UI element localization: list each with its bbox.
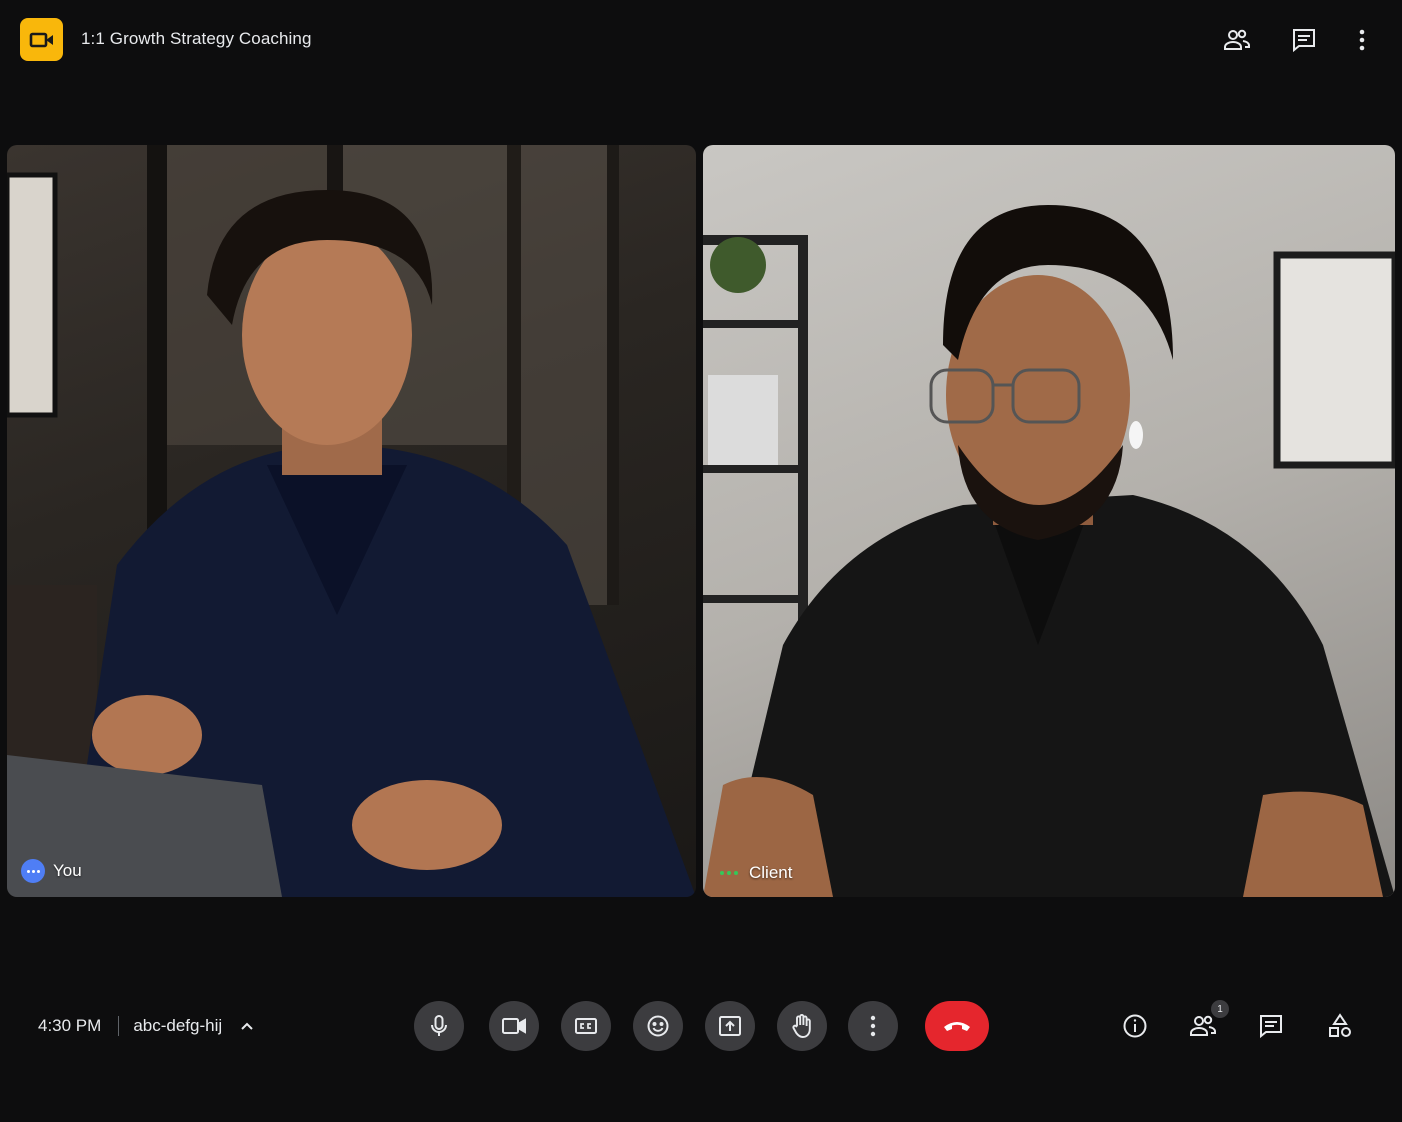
emoji-button[interactable]	[633, 1001, 683, 1051]
more-vert-icon[interactable]	[1346, 24, 1378, 56]
more-options-button[interactable]	[848, 1001, 898, 1051]
divider	[118, 1016, 120, 1036]
chat-button[interactable]	[1255, 1010, 1287, 1042]
activities-button[interactable]	[1324, 1010, 1356, 1042]
participant-name: You	[53, 861, 82, 880]
video-tile-you[interactable]: You	[7, 145, 696, 897]
speaking-indicator-icon	[717, 871, 741, 875]
video-camera-icon	[20, 18, 63, 61]
participant-video-image	[7, 145, 696, 897]
chat-icon[interactable]	[1288, 24, 1320, 56]
speaking-indicator-icon	[21, 859, 45, 883]
info-icon	[1123, 1014, 1147, 1038]
participant-count-badge: 1	[1211, 1000, 1229, 1018]
chevron-up-icon[interactable]	[240, 1021, 254, 1031]
people-icon[interactable]	[1221, 24, 1253, 56]
meeting-info: 4:30 PM abc-defg-hij	[38, 1012, 254, 1040]
microphone-icon	[431, 1015, 447, 1036]
raise-hand-button[interactable]	[777, 1001, 827, 1051]
emoji-icon	[647, 1015, 669, 1037]
activities-icon	[1329, 1013, 1351, 1037]
people-icon	[1190, 1015, 1216, 1036]
video-tile-client[interactable]: Client	[703, 145, 1395, 897]
raise-hand-icon	[792, 1014, 811, 1038]
camera-button[interactable]	[489, 1001, 539, 1051]
camera-icon	[502, 1018, 526, 1034]
chat-icon	[1260, 1015, 1282, 1039]
more-vert-icon	[870, 1015, 876, 1037]
top-bar: 1:1 Growth Strategy Coaching	[0, 0, 1402, 80]
participant-video-image	[703, 205, 1395, 897]
participant-label: Client	[717, 863, 792, 883]
closed-captions-icon	[575, 1018, 597, 1034]
present-button[interactable]	[705, 1001, 755, 1051]
end-call-button[interactable]	[925, 1001, 989, 1051]
participant-label: You	[21, 859, 82, 883]
captions-button[interactable]	[561, 1001, 611, 1051]
present-screen-icon	[719, 1016, 741, 1036]
meeting-code: abc-defg-hij	[133, 1016, 223, 1035]
meeting-details-button[interactable]	[1119, 1010, 1151, 1042]
participant-name: Client	[749, 863, 793, 882]
current-time: 4:30 PM	[38, 1016, 102, 1035]
microphone-button[interactable]	[414, 1001, 464, 1051]
meeting-title: 1:1 Growth Strategy Coaching	[81, 29, 312, 48]
end-call-icon	[944, 1022, 970, 1031]
